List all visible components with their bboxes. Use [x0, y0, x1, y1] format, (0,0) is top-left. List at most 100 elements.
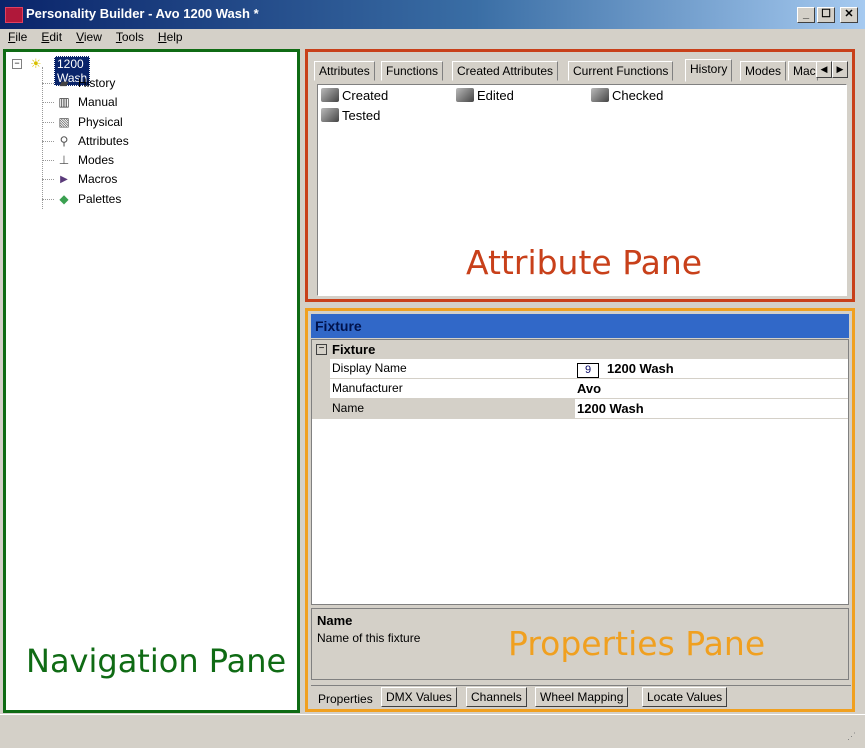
tab-channels[interactable]: Channels	[466, 687, 527, 707]
window-title: Personality Builder - Avo 1200 Wash *	[26, 6, 259, 21]
stamp-icon	[321, 88, 339, 102]
collapse-icon[interactable]: −	[316, 344, 327, 355]
tree-item-history[interactable]: ▰ History	[12, 74, 115, 93]
physical-icon: ▧	[58, 114, 70, 129]
menu-label: ools	[121, 30, 144, 44]
minimize-button[interactable]: _	[797, 7, 815, 23]
tree-connector	[42, 140, 54, 142]
palettes-icon: ◆	[59, 191, 69, 206]
navigation-tree: − ☀ 1200 Wash ▰ History ▥ Manual ▧ Physical…	[12, 55, 129, 209]
menu-label: ile	[15, 30, 28, 44]
tree-item-label: Macros	[78, 172, 118, 187]
tree-item-label: History	[78, 76, 116, 90]
history-item-tested[interactable]: Tested	[321, 108, 380, 123]
status-bar: ⋰	[0, 714, 865, 748]
tab-modes[interactable]: Modes	[740, 61, 787, 81]
tab-current-functions[interactable]: Current Functions	[568, 61, 674, 81]
property-grid: − Fixture Display Name 9 1200 Wash Manufa…	[311, 339, 849, 605]
tab-scroll-left-icon[interactable]: ◀	[816, 61, 832, 78]
close-button[interactable]: ✕	[840, 7, 858, 23]
property-row-name[interactable]: Name 1200 Wash	[312, 399, 848, 419]
stamp-icon	[321, 108, 339, 122]
menu-label: iew	[83, 30, 102, 44]
menu-bar: File Edit View Tools Help	[0, 29, 865, 47]
lightbulb-icon: ☀	[30, 56, 42, 71]
properties-pane-caption: Properties Pane	[508, 624, 766, 663]
history-item-label: Edited	[477, 88, 514, 103]
tree-item-label: Modes	[78, 153, 115, 168]
property-name: Display Name	[330, 359, 576, 378]
category-row[interactable]: − Fixture	[312, 340, 848, 359]
app-icon	[5, 7, 23, 23]
bottom-tabs: Properties DMX Values Channels Wheel Map…	[311, 685, 851, 709]
property-value[interactable]: Avo	[575, 379, 848, 398]
category-label: Fixture	[332, 342, 376, 357]
navigation-pane: − ☀ 1200 Wash ▰ History ▥ Manual ▧ Physical…	[3, 49, 300, 713]
history-item-label: Created	[342, 88, 389, 103]
property-row-manufacturer[interactable]: Manufacturer Avo	[312, 379, 848, 399]
tree-connector	[42, 83, 54, 84]
properties-pane: Fixture − Fixture Display Name 9 1200 Was…	[305, 308, 855, 712]
macros-icon: ▶	[60, 174, 68, 186]
menu-accel: V	[76, 30, 84, 44]
tree-connector	[42, 179, 54, 181]
menu-label: dit	[49, 30, 63, 44]
menu-view[interactable]: View	[68, 29, 108, 44]
collapse-icon[interactable]: −	[12, 59, 22, 69]
tree-item-attributes[interactable]: ⚲ Attributes	[12, 132, 129, 151]
history-item-checked[interactable]: Checked	[591, 88, 663, 103]
history-item-created[interactable]: Created	[321, 88, 388, 103]
tree-item-label: Attributes	[78, 133, 129, 148]
tab-wheel-mapping[interactable]: Wheel Mapping	[535, 687, 629, 707]
attribute-pane-caption: Attribute Pane	[466, 243, 703, 282]
property-name: Name	[330, 399, 576, 418]
maximize-button[interactable]: ☐	[817, 7, 835, 23]
history-icon: ▰	[59, 76, 69, 90]
attribute-pane: Attributes Functions Created Attributes …	[305, 49, 855, 302]
history-item-label: Checked	[612, 88, 664, 103]
tab-locate-values[interactable]: Locate Values	[642, 687, 728, 707]
tab-dmx-values[interactable]: DMX Values	[381, 687, 457, 707]
property-name: Manufacturer	[330, 379, 576, 398]
tab-macros[interactable]: Macros	[788, 61, 818, 81]
tree-item-label: Manual	[78, 95, 118, 110]
tree-item-label: Palettes	[78, 191, 122, 206]
tree-item-manual[interactable]: ▥ Manual	[12, 93, 117, 112]
modes-icon: ⊥	[58, 153, 70, 168]
navigation-pane-caption: Navigation Pane	[26, 642, 287, 680]
menu-file[interactable]: File	[0, 29, 33, 44]
display-name-badge: 9	[577, 363, 599, 378]
tab-properties[interactable]: Properties	[313, 689, 378, 709]
attribute-tabs: Attributes Functions Created Attributes …	[314, 59, 854, 82]
menu-edit[interactable]: Edit	[33, 29, 68, 44]
property-value[interactable]: 9 1200 Wash	[575, 359, 848, 378]
tab-created-attributes[interactable]: Created Attributes	[452, 61, 559, 81]
wrench-icon: ⚲	[59, 133, 69, 148]
history-item-edited[interactable]: Edited	[456, 88, 514, 103]
title-bar: Personality Builder - Avo 1200 Wash * _ …	[0, 0, 865, 29]
tree-connector	[42, 121, 54, 123]
menu-label: elp	[166, 30, 183, 44]
tab-history[interactable]: History	[685, 59, 733, 82]
stamp-icon	[591, 88, 609, 102]
tab-scroll-right-icon[interactable]: ▶	[832, 61, 848, 78]
tree-item-macros[interactable]: ▶ Macros	[12, 170, 117, 189]
stamp-icon	[456, 88, 474, 102]
property-row-display-name[interactable]: Display Name 9 1200 Wash	[312, 359, 848, 379]
resize-grip-icon[interactable]: ⋰	[847, 731, 859, 743]
tree-connector	[42, 198, 54, 200]
properties-header: Fixture	[311, 314, 849, 338]
tree-root[interactable]: − ☀ 1200 Wash	[12, 55, 91, 86]
manual-icon: ▥	[58, 95, 70, 110]
tree-item-palettes[interactable]: ◆ Palettes	[12, 190, 121, 209]
tab-functions[interactable]: Functions	[381, 61, 444, 81]
tree-item-physical[interactable]: ▧ Physical	[12, 113, 123, 132]
property-value-text: 1200 Wash	[607, 361, 674, 376]
property-value[interactable]: 1200 Wash	[575, 399, 848, 418]
tree-item-modes[interactable]: ⊥ Modes	[12, 151, 114, 170]
menu-help[interactable]: Help	[150, 29, 189, 44]
tree-item-label: Physical	[78, 114, 123, 129]
menu-tools[interactable]: Tools	[108, 29, 150, 44]
tab-attributes[interactable]: Attributes	[314, 61, 375, 81]
menu-accel: H	[157, 30, 167, 44]
